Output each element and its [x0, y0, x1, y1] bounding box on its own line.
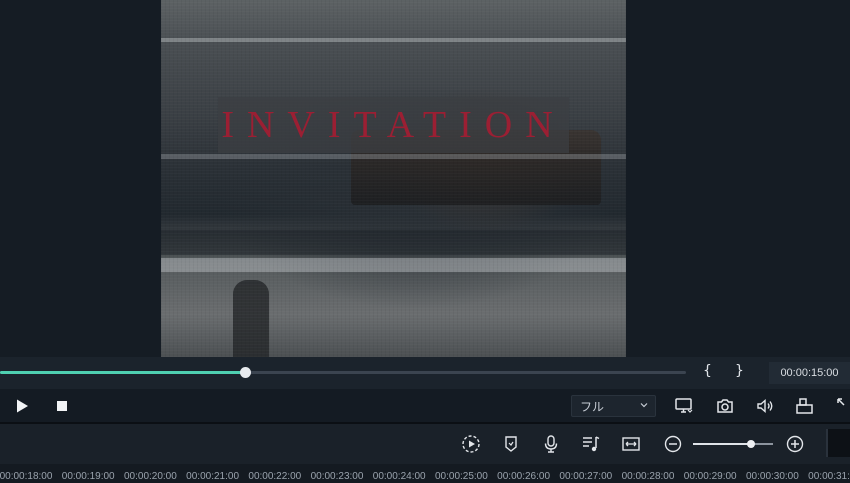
preview-panel: INVITATION — [0, 0, 850, 357]
zoom-slider-handle[interactable] — [746, 440, 755, 448]
noise-overlay — [161, 0, 626, 357]
microphone-icon[interactable] — [541, 434, 561, 454]
ruler-tick-label: 00:00:22:00 — [248, 471, 302, 482]
stop-icon[interactable] — [55, 399, 69, 413]
playback-controls: フル — [0, 389, 850, 422]
ruler-tick-label: 00:00:18:00 — [0, 471, 53, 482]
render-preview-icon[interactable] — [461, 434, 481, 454]
ruler-tick-label: 00:00:28:00 — [621, 471, 675, 482]
video-frame: INVITATION — [161, 0, 626, 357]
zoom-out-icon[interactable] — [663, 434, 683, 454]
title-overlay: INVITATION — [218, 97, 569, 153]
volume-icon[interactable] — [755, 396, 775, 416]
zoom-slider-fill — [693, 443, 751, 445]
ruler-tick-label: 00:00:19:00 — [61, 471, 115, 482]
ruler-tick-label: 00:00:30:00 — [745, 471, 799, 482]
ruler-tick-label: 00:00:21:00 — [186, 471, 240, 482]
timeline-toolbar — [0, 424, 850, 464]
progress-fill — [0, 371, 245, 374]
ruler-tick-label: 00:00:25:00 — [434, 471, 488, 482]
title-text: INVITATION — [221, 104, 566, 146]
mark-in-button[interactable]: { — [703, 363, 712, 379]
chevron-down-icon — [640, 403, 648, 408]
monitor-icon[interactable] — [674, 396, 694, 416]
mark-out-button[interactable]: } — [735, 363, 744, 379]
zoom-in-icon[interactable] — [785, 434, 805, 454]
ruler-tick-label: 00:00:31:00 — [808, 471, 850, 482]
scrub-bar: { } 00:00:15:00 — [0, 357, 850, 389]
quality-dropdown[interactable]: フル — [571, 395, 656, 417]
ruler-tick-label: 00:00:27:00 — [559, 471, 613, 482]
ruler-tick-label: 00:00:29:00 — [683, 471, 737, 482]
progress-track[interactable] — [0, 367, 686, 378]
audio-mixer-icon[interactable] — [581, 434, 601, 454]
ruler-tick-label: 00:00:26:00 — [497, 471, 551, 482]
timecode-display: 00:00:15:00 — [769, 362, 850, 384]
fullscreen-icon[interactable] — [835, 396, 850, 416]
export-frame-icon[interactable] — [795, 396, 815, 416]
panel-toggle-button[interactable] — [826, 429, 850, 457]
zoom-slider[interactable] — [693, 440, 773, 448]
ruler-tick-label: 00:00:20:00 — [123, 471, 177, 482]
playhead-handle[interactable] — [239, 367, 251, 378]
fit-timeline-icon[interactable] — [621, 434, 641, 454]
quality-value: フル — [580, 399, 605, 414]
camera-icon[interactable] — [715, 396, 735, 416]
timeline-ruler: 00:00:18:00 00:00:19:00 00:00:20:00 00:00:2… — [0, 464, 850, 483]
play-icon[interactable] — [14, 398, 30, 414]
ruler-tick-label: 00:00:24:00 — [372, 471, 426, 482]
marker-icon[interactable] — [501, 434, 521, 454]
ruler-tick-label: 00:00:23:00 — [310, 471, 364, 482]
